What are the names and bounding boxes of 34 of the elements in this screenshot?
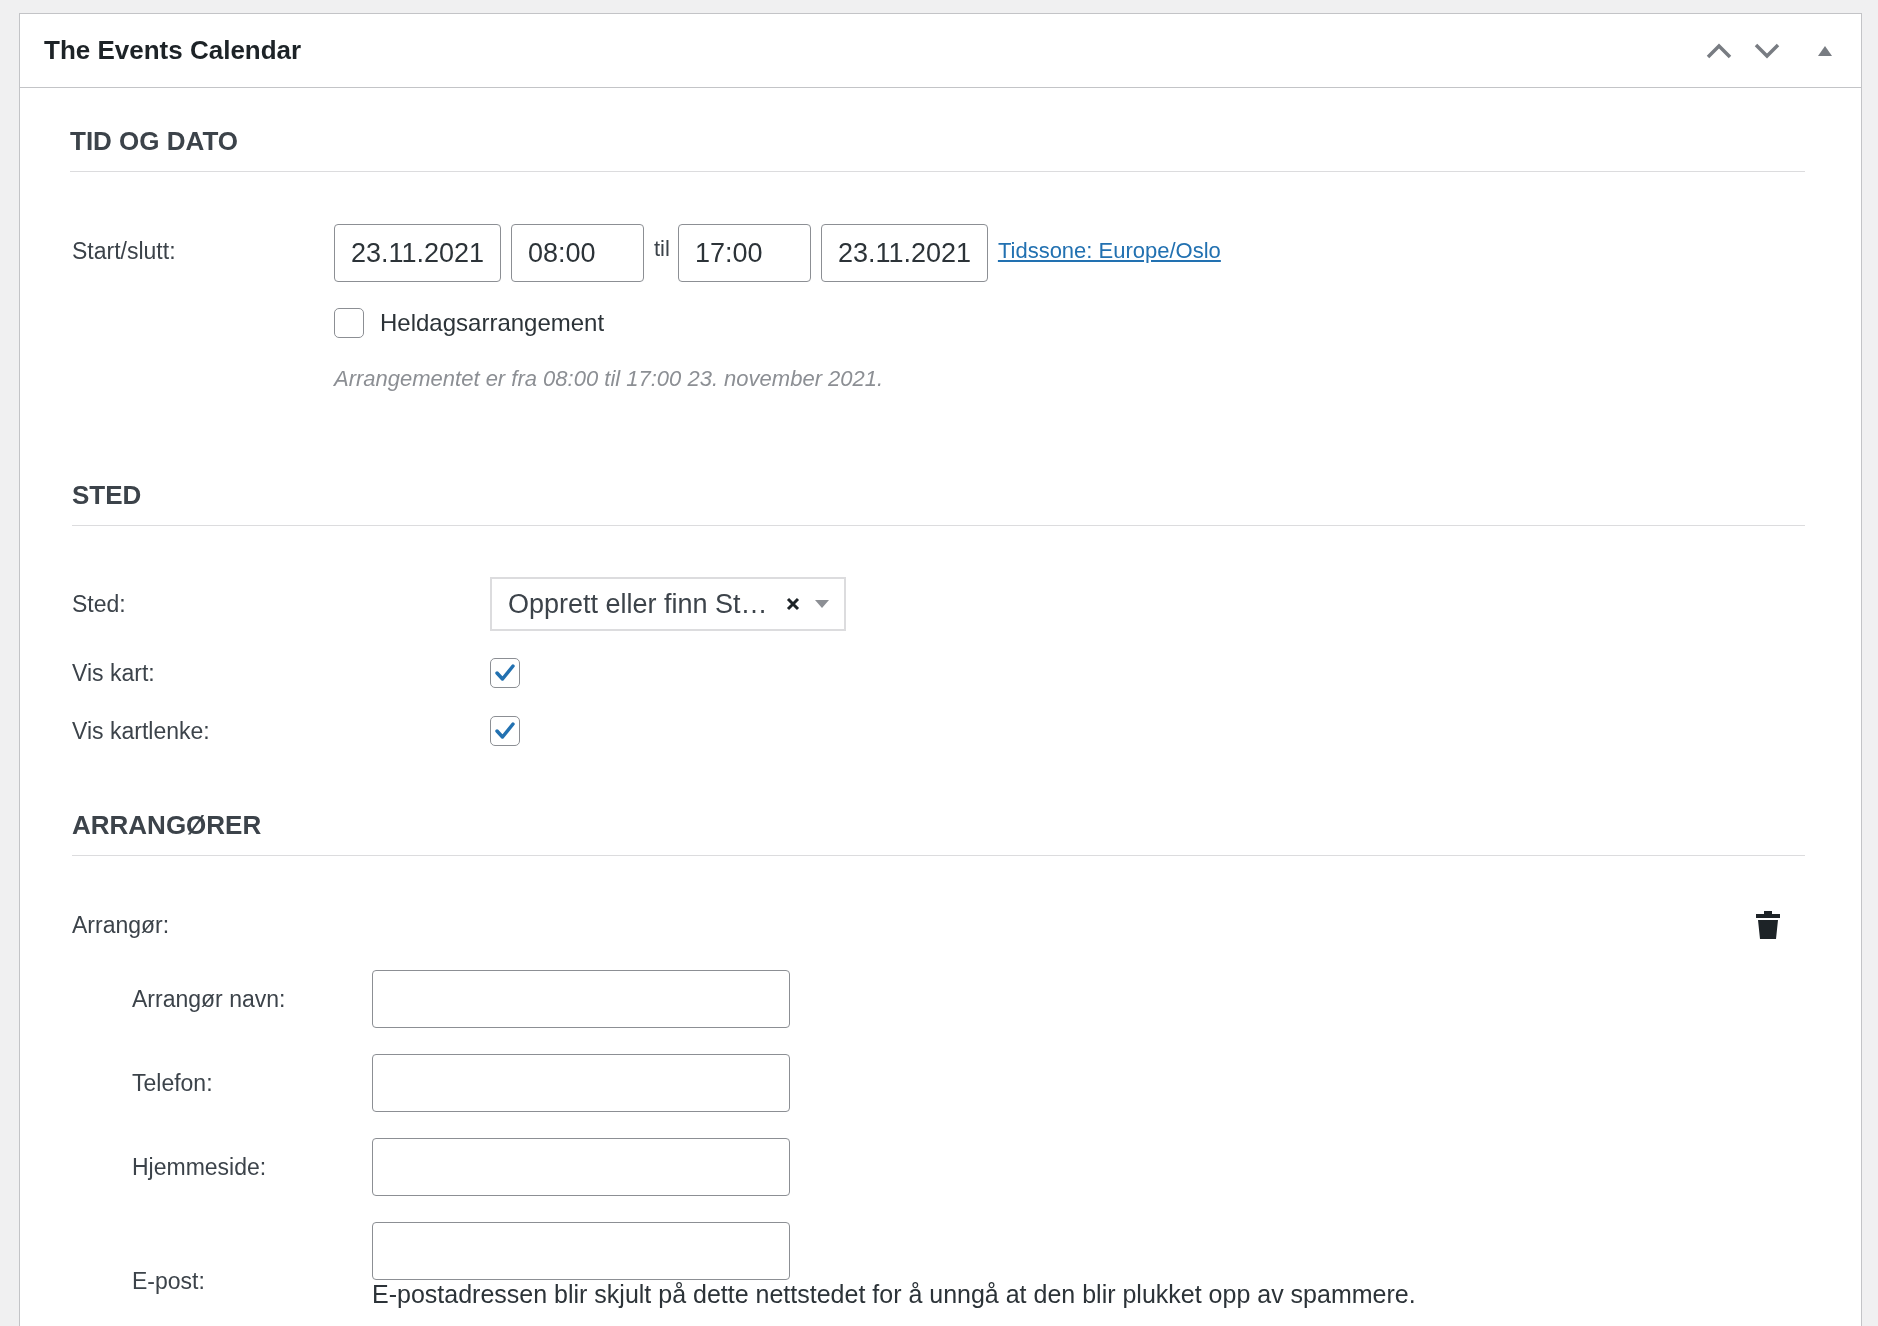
field-label: Vis kartlenke: xyxy=(72,717,211,745)
end-time-field[interactable]: 17:00 xyxy=(677,224,811,282)
separator-text: til xyxy=(654,235,670,262)
field-label: E-post: xyxy=(132,1267,206,1295)
event-summary: Arrangementet er fra 08:00 til 17:00 23. november 2021. xyxy=(334,366,885,392)
dropdown-arrow-icon[interactable] xyxy=(814,599,830,609)
text-field[interactable] xyxy=(372,1222,790,1280)
field-label: Telefon: xyxy=(132,1069,214,1097)
text-field[interactable] xyxy=(372,970,790,1028)
field-label: Hjemmeside: xyxy=(132,1153,268,1181)
text-field[interactable] xyxy=(372,1138,790,1196)
checkbox-label: Heldagsarrangement xyxy=(380,309,605,337)
check-icon xyxy=(494,663,516,683)
timezone-link[interactable]: Tidssone: Europe/Oslo xyxy=(997,224,1221,264)
checkbox[interactable] xyxy=(490,658,520,688)
start-time-field[interactable]: 08:00 xyxy=(511,224,644,282)
field-label: Sted: xyxy=(72,590,127,618)
section-heading: ARRANGØRER xyxy=(72,760,1805,856)
section-heading: STED xyxy=(72,392,1805,526)
venue-select[interactable]: Opprett eller finn St… xyxy=(490,577,846,631)
field-label: Vis kart: xyxy=(72,659,156,687)
check-icon xyxy=(494,721,516,741)
section-heading: TID OG DATO xyxy=(70,88,1805,172)
field-label: Start/slutt: xyxy=(72,237,177,265)
clear-icon[interactable] xyxy=(786,597,800,611)
text-field[interactable] xyxy=(372,1054,790,1112)
checkbox[interactable] xyxy=(334,308,364,338)
end-date-field[interactable]: 23.11.2021 xyxy=(820,224,988,282)
panel-title: The Events Calendar xyxy=(44,35,303,66)
help-text: E-postadressen blir skjult på dette nettstedet for å unngå at den blir plukket opp av spammere. xyxy=(372,1280,1416,1309)
field-label: Arrangør navn: xyxy=(132,985,287,1013)
start-date-field[interactable]: 23.11.2021 xyxy=(334,224,501,282)
checkbox[interactable] xyxy=(490,716,520,746)
field-label: Arrangør: xyxy=(72,911,170,939)
